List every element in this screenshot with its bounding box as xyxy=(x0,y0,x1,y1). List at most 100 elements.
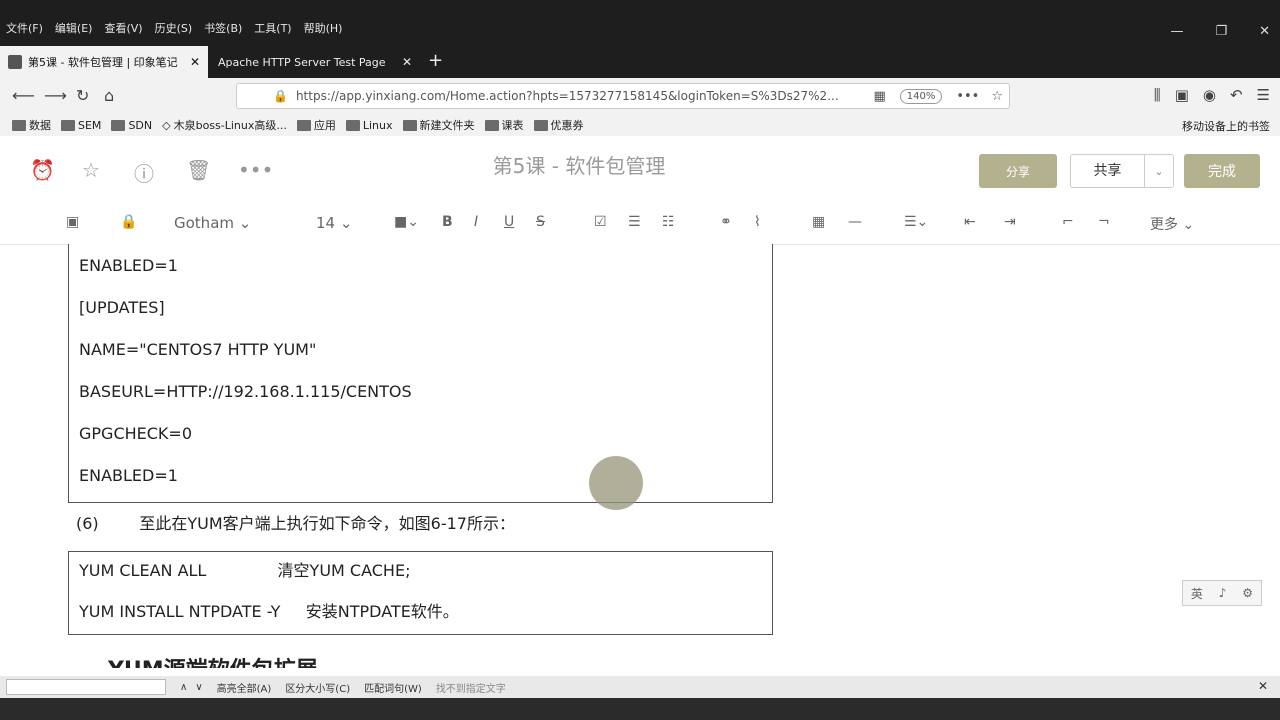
subscript-icon[interactable]: ⌐ xyxy=(1062,214,1074,230)
find-input[interactable] xyxy=(6,679,166,695)
zoom-level[interactable]: 140% xyxy=(899,88,943,104)
code-block-yum-commands[interactable]: YUM CLEAN ALL 清空YUM CACHE; YUM INSTALL N… xyxy=(68,551,773,635)
outdent-icon[interactable]: ⇤ xyxy=(964,214,976,230)
bookmark-item[interactable]: 优惠券 xyxy=(533,117,584,133)
menu-edit[interactable]: 编辑(E) xyxy=(55,20,93,36)
bullet-list-icon[interactable]: ☰ xyxy=(628,214,641,230)
lock-note-icon[interactable]: 🔒 xyxy=(120,214,137,230)
insert-image-icon[interactable]: ▣ xyxy=(66,214,79,230)
evernote-favicon-icon xyxy=(8,55,22,69)
highlight-all-checkbox[interactable]: 高亮全部(A) xyxy=(217,680,272,695)
sidebar-icon[interactable]: ▣ xyxy=(1175,86,1189,104)
bookmark-item[interactable]: 新建文件夹 xyxy=(402,117,475,133)
tab-close-icon[interactable]: ✕ xyxy=(402,55,412,69)
lock-icon: 🔒 xyxy=(273,89,288,103)
done-button[interactable]: 完成 xyxy=(1184,154,1260,188)
bookmark-star-icon[interactable]: ☆ xyxy=(991,89,1003,104)
numbered-list-icon[interactable]: ☷ xyxy=(662,214,675,230)
new-tab-button[interactable]: + xyxy=(428,50,443,71)
bookmarks-bar: 数据 SEM SDN ◇ 木泉boss-Linux高级... 应用 Linux 新… xyxy=(0,114,1280,136)
restore-button[interactable]: ❐ xyxy=(1215,24,1227,39)
code-line: GPGCHECK=0 xyxy=(79,424,193,443)
forward-icon[interactable]: ⟶ xyxy=(44,86,67,105)
note-title[interactable]: 第5课 - 软件包管理 xyxy=(0,150,1158,179)
bookmark-item[interactable]: 应用 xyxy=(296,117,336,133)
strikethrough-icon[interactable]: S xyxy=(536,214,545,230)
more-actions-icon[interactable]: ••• xyxy=(956,89,979,104)
code-line: ENABLED=1 xyxy=(79,256,178,275)
bookmark-item[interactable]: Linux xyxy=(345,119,393,132)
attachment-icon[interactable]: ⌇ xyxy=(754,214,761,230)
menu-bookmarks[interactable]: 书签(B) xyxy=(204,20,242,36)
table-icon[interactable]: ▦ xyxy=(812,214,825,230)
code-line: YUM INSTALL NTPDATE -Y 安装NTPDATE软件。 xyxy=(79,602,459,621)
tab-close-icon[interactable]: ✕ xyxy=(190,55,200,69)
url-text[interactable]: https://app.yinxiang.com/Home.action?hpt… xyxy=(296,89,867,103)
mobile-bookmarks[interactable]: 移动设备上的书签 xyxy=(1182,118,1270,134)
menu-tools[interactable]: 工具(T) xyxy=(254,20,291,36)
undo-icon[interactable]: ↶ xyxy=(1230,86,1243,104)
code-line: ENABLED=1 xyxy=(79,466,178,485)
match-case-checkbox[interactable]: 区分大小写(C) xyxy=(285,680,350,695)
language-icon[interactable]: 英 xyxy=(1191,585,1203,602)
bold-icon[interactable]: B xyxy=(442,214,453,230)
bookmark-item[interactable]: SEM xyxy=(61,119,101,132)
menu-history[interactable]: 历史(S) xyxy=(155,20,193,36)
tab-title: 第5课 - 软件包管理 | 印象笔记 xyxy=(28,56,178,69)
taskbar xyxy=(0,698,1280,720)
tab-title: Apache HTTP Server Test Page xyxy=(218,55,386,69)
folder-icon xyxy=(111,119,126,131)
text-color-icon[interactable]: ■⌄ xyxy=(394,214,419,230)
back-icon[interactable]: ⟵ xyxy=(12,86,35,105)
reload-icon[interactable]: ↻ xyxy=(76,86,89,105)
account-icon[interactable]: ◉ xyxy=(1203,86,1216,104)
find-next-icon[interactable]: ∨ xyxy=(195,682,202,693)
bookmark-item[interactable]: ◇ 木泉boss-Linux高级... xyxy=(162,117,287,133)
folder-icon xyxy=(296,119,311,131)
folder-icon xyxy=(533,119,548,131)
align-icon[interactable]: ☰⌄ xyxy=(904,214,928,230)
step-paragraph[interactable]: (6) 至此在YUM客户端上执行如下命令，如图6-17所示： xyxy=(76,510,515,534)
code-line: YUM CLEAN ALL 清空YUM CACHE; xyxy=(79,561,411,580)
close-window-button[interactable]: ✕ xyxy=(1259,24,1270,39)
hamburger-menu-icon[interactable]: ☰ xyxy=(1257,86,1270,104)
italic-icon[interactable]: I xyxy=(474,214,478,230)
tab-evernote[interactable]: 第5课 - 软件包管理 | 印象笔记 ✕ xyxy=(0,46,208,78)
indent-icon[interactable]: ⇥ xyxy=(1004,214,1016,230)
address-bar[interactable]: 🔒 https://app.yinxiang.com/Home.action?h… xyxy=(236,83,1010,109)
moon-icon[interactable]: ♪ xyxy=(1219,586,1227,600)
bookmark-item[interactable]: 课表 xyxy=(484,117,524,133)
tab-apache[interactable]: Apache HTTP Server Test Page ✕ xyxy=(210,46,420,78)
whole-words-checkbox[interactable]: 匹配词句(W) xyxy=(364,680,422,695)
nav-bar: ⟵ ⟶ ↻ ⌂ 🔒 https://app.yinxiang.com/Home.… xyxy=(0,78,1280,114)
superscript-icon[interactable]: ¬ xyxy=(1098,214,1110,230)
minimize-button[interactable]: — xyxy=(1170,24,1183,39)
menu-help[interactable]: 帮助(H) xyxy=(304,20,343,36)
underline-icon[interactable]: U xyxy=(504,214,514,230)
folder-icon xyxy=(402,119,417,131)
more-format-button[interactable]: 更多 ⌄ xyxy=(1150,214,1194,234)
library-icon[interactable]: ⫼ xyxy=(1154,86,1161,104)
mouse-cursor-highlight xyxy=(589,456,643,510)
input-method-widget[interactable]: 英 ♪ ⚙ xyxy=(1182,580,1262,606)
link-icon[interactable]: ⚭ xyxy=(720,214,732,230)
tab-bar: 第5课 - 软件包管理 | 印象笔记 ✕ Apache HTTP Server … xyxy=(0,46,1280,78)
menu-file[interactable]: 文件(F) xyxy=(6,20,43,36)
code-line: BASEURL=HTTP://192.168.1.115/CENTOS xyxy=(79,382,412,401)
qr-icon[interactable]: ▦ xyxy=(873,89,885,104)
code-block-repo-config[interactable]: ENABLED=1 [UPDATES] NAME="CENTOS7 HTTP Y… xyxy=(68,244,773,503)
menu-bar: 文件(F) 编辑(E) 查看(V) 历史(S) 书签(B) 工具(T) 帮助(H… xyxy=(0,0,1280,46)
settings-icon[interactable]: ⚙ xyxy=(1242,586,1253,600)
font-family-select[interactable]: Gotham ⌄ xyxy=(174,214,251,232)
home-icon[interactable]: ⌂ xyxy=(104,86,114,105)
menu-view[interactable]: 查看(V) xyxy=(104,20,142,36)
bookmark-item[interactable]: 数据 xyxy=(12,117,51,133)
find-prev-icon[interactable]: ∧ xyxy=(180,682,187,693)
page-icon: ◇ xyxy=(162,118,171,132)
font-size-select[interactable]: 14 ⌄ xyxy=(316,214,352,232)
section-heading[interactable]: YUM源端软件包扩展 xyxy=(108,652,318,668)
checkbox-icon[interactable]: ☑ xyxy=(594,214,607,230)
bookmark-item[interactable]: SDN xyxy=(111,119,152,132)
close-icon[interactable]: ✕ xyxy=(1258,679,1268,693)
horizontal-rule-icon[interactable]: — xyxy=(848,214,862,230)
